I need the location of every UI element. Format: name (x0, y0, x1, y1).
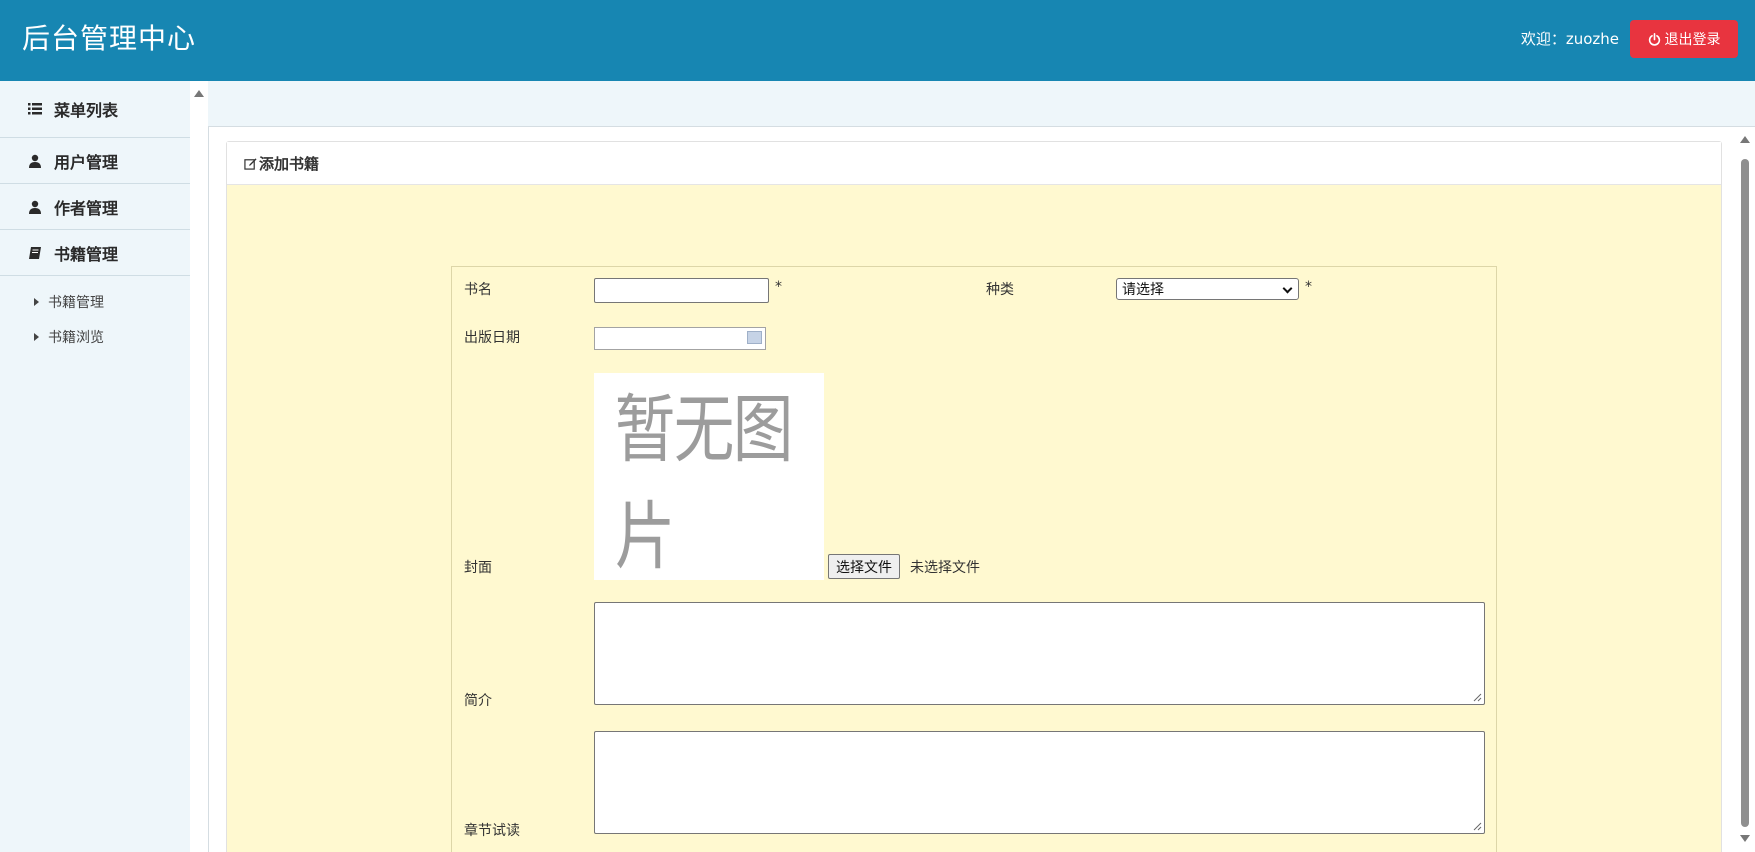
sidebar-item-books[interactable]: 书籍管理 (0, 230, 190, 276)
chapter-preview-label: 章节试读 (464, 823, 520, 839)
category-label: 种类 (986, 282, 1014, 298)
caret-right-icon (34, 332, 39, 341)
required-mark: * (775, 279, 782, 295)
cover-label: 封面 (464, 560, 492, 576)
logout-label: 退出登录 (1664, 32, 1721, 48)
app-title: 后台管理中心 (22, 22, 197, 55)
logout-button[interactable]: 退出登录 (1630, 20, 1738, 58)
intro-textarea[interactable] (594, 602, 1485, 705)
sidebar-item-users[interactable]: 用户管理 (0, 138, 190, 184)
sidebar-heading-label: 菜单列表 (54, 101, 119, 120)
submenu-item-label: 书籍浏览 (48, 329, 104, 346)
panel-header: 添加书籍 (227, 142, 1721, 185)
scroll-up-arrow-icon[interactable] (1740, 136, 1750, 143)
edit-icon (244, 157, 257, 170)
publish-date-label: 出版日期 (464, 330, 520, 346)
submenu-item-book-manage[interactable]: 书籍管理 (0, 284, 190, 319)
scroll-up-arrow-icon[interactable] (194, 90, 204, 97)
choose-file-button[interactable]: 选择文件 (828, 554, 900, 579)
book-name-label: 书名 (464, 282, 492, 298)
cover-image-placeholder: 暂无图片 (594, 373, 824, 580)
sidebar-submenu: 书籍管理 书籍浏览 (0, 276, 190, 354)
book-icon (26, 245, 44, 261)
chevron-down-icon (1282, 283, 1293, 294)
scrollbar-thumb[interactable] (1741, 159, 1749, 827)
list-icon (26, 101, 44, 117)
file-status-text: 未选择文件 (910, 560, 980, 576)
submenu-item-label: 书籍管理 (48, 294, 104, 311)
sidebar: 菜单列表 用户管理 作者管理 书籍管理 书籍管理 书籍浏览 (0, 81, 190, 852)
required-mark: * (1305, 279, 1312, 295)
caret-right-icon (34, 297, 39, 306)
book-name-input[interactable] (594, 278, 769, 303)
intro-label: 简介 (464, 693, 492, 709)
sidebar-scrollbar[interactable] (190, 81, 208, 852)
content-top-strip (208, 81, 1755, 127)
scroll-down-arrow-icon[interactable] (1740, 835, 1750, 842)
main-scrollbar[interactable] (1735, 127, 1755, 852)
submenu-item-book-browse[interactable]: 书籍浏览 (0, 319, 190, 354)
book-form: 书名 * 种类 请选择 * 出版日期 暂无图片 封面 选择文件 未选择文件 简介… (451, 266, 1497, 852)
add-book-panel: 添加书籍 书名 * 种类 请选择 * 出版日期 暂无图片 封面 选择文件 未选择… (226, 141, 1722, 852)
welcome-text: 欢迎：zuozhe (1520, 30, 1619, 48)
main-content: 添加书籍 书名 * 种类 请选择 * 出版日期 暂无图片 封面 选择文件 未选择… (208, 127, 1735, 852)
sidebar-item-label: 书籍管理 (54, 244, 119, 264)
sidebar-item-label: 作者管理 (54, 198, 119, 218)
top-header: 后台管理中心 欢迎：zuozhe 退出登录 (0, 0, 1755, 81)
sidebar-item-label: 用户管理 (54, 152, 119, 172)
panel-title: 添加书籍 (259, 154, 320, 173)
category-selected-value: 请选择 (1122, 282, 1164, 298)
chapter-preview-textarea[interactable] (594, 731, 1485, 834)
sidebar-item-authors[interactable]: 作者管理 (0, 184, 190, 230)
power-icon (1648, 32, 1660, 46)
user-icon (26, 199, 44, 215)
sidebar-heading: 菜单列表 (0, 81, 190, 138)
resize-grip-icon[interactable] (1473, 693, 1482, 702)
cover-placeholder-text: 暂无图片 (614, 386, 794, 580)
publish-date-input[interactable] (594, 327, 766, 350)
user-icon (26, 153, 44, 169)
resize-grip-icon[interactable] (1473, 822, 1482, 831)
category-select[interactable]: 请选择 (1116, 278, 1299, 300)
calendar-icon[interactable] (747, 331, 762, 344)
